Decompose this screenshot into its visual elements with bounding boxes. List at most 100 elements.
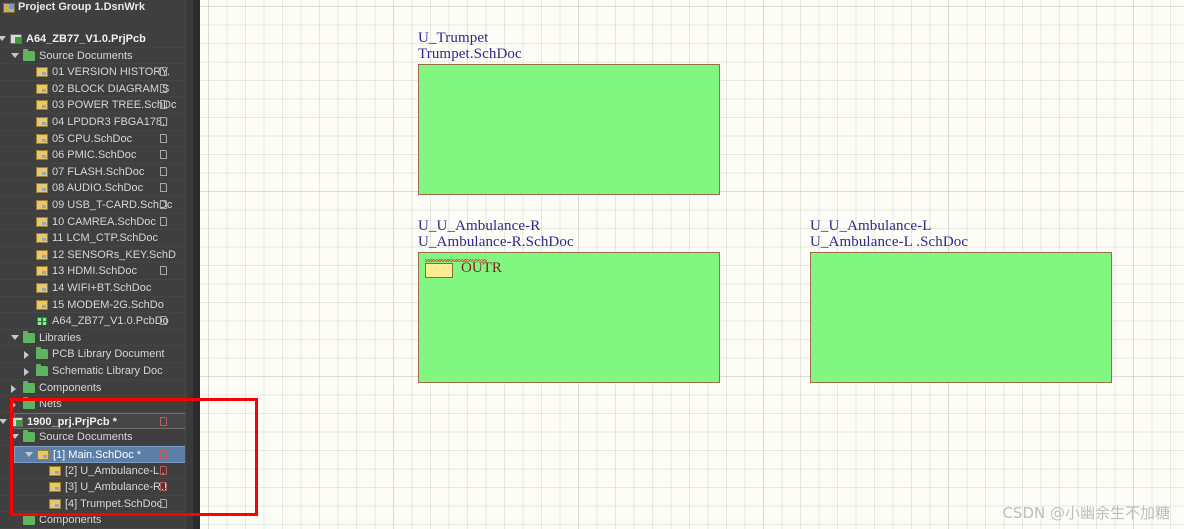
tree-item-label: A64_ZB77_V1.0.PrjPcb [26, 33, 146, 45]
tree-item[interactable]: 12 SENSORs_KEY.SchD [0, 247, 193, 264]
tree-item[interactable]: 05 CPU.SchDoc [0, 131, 193, 148]
sheet-symbol-body[interactable]: OUTR [418, 252, 720, 383]
tree-item[interactable]: 03 POWER TREE.SchDc [0, 97, 193, 114]
tree-item[interactable]: Nets [0, 396, 193, 413]
tree-item[interactable]: Source Documents [0, 429, 193, 446]
tree-item-label: 1900_prj.PrjPcb * [27, 415, 117, 428]
sheet-designator[interactable]: U_U_Ambulance-R [418, 218, 540, 235]
schematic-icon [36, 283, 48, 293]
folder-icon [23, 430, 35, 443]
document-icon [160, 133, 167, 143]
schematic-icon [36, 233, 48, 244]
tree-item-label: Components [39, 381, 102, 394]
tree-item[interactable]: A64_ZB77_V1.0.PrjPcb [0, 31, 193, 48]
tree-item[interactable]: Source Documents [0, 48, 193, 65]
folder-icon [23, 397, 35, 410]
document-icon [160, 416, 167, 426]
project-icon [10, 34, 22, 44]
chevron-down-icon[interactable] [11, 334, 19, 340]
chevron-right-icon[interactable] [11, 384, 16, 393]
schematic-icon [36, 249, 48, 260]
tree-item-label: 13 HDMI.SchDoc [52, 265, 137, 278]
tree-item[interactable]: 09 USB_T-CARD.SchDc [0, 197, 193, 214]
document-icon [160, 67, 167, 77]
tree-item[interactable]: 02 BLOCK DIAGRAM.S [0, 81, 193, 98]
folder-icon [23, 513, 35, 526]
tree-item[interactable]: Schematic Library Doc [0, 363, 193, 380]
tree-item-label: 06 PMIC.SchDoc [52, 149, 137, 162]
schematic-icon [36, 133, 48, 144]
tree-item[interactable]: 07 FLASH.SchDoc [0, 164, 193, 181]
tree-item-label: A64_ZB77_V1.0.PcbDo [52, 315, 169, 328]
tree-item[interactable]: [1] Main.SchDoc * [14, 446, 187, 463]
folder-icon [23, 380, 35, 393]
tree-item[interactable]: 13 HDMI.SchDoc [0, 263, 193, 280]
tree-item[interactable]: [2] U_Ambulance-L . [0, 463, 193, 480]
sheet-symbol-body[interactable] [418, 64, 720, 195]
schematic-icon [36, 216, 48, 227]
chevron-right-icon[interactable] [24, 368, 29, 376]
tree-item-label: 01 VERSION HISTORY. [52, 66, 170, 79]
panel-scrollbar[interactable] [185, 0, 193, 529]
tree-item[interactable]: 01 VERSION HISTORY. [0, 64, 193, 81]
document-icon [160, 100, 167, 110]
tree-item-label: 11 LCM_CTP.SchDoc [52, 232, 158, 245]
tree-item[interactable]: 15 MODEM-2G.SchDo [0, 297, 193, 314]
tree-item[interactable]: 11 LCM_CTP.SchDoc [0, 230, 193, 247]
folder-icon [36, 347, 48, 360]
tree-item[interactable]: Components [0, 512, 193, 529]
sheet-filename[interactable]: U_Ambulance-L .SchDoc [810, 234, 968, 251]
watermark-text: CSDN @小幽余生不加糖 [1002, 504, 1170, 522]
sheet-symbol[interactable]: U_Trumpet Trumpet.SchDoc [418, 30, 720, 195]
sheet-designator[interactable]: U_U_Ambulance-L [810, 218, 931, 235]
sheet-symbol[interactable]: U_U_Ambulance-L U_Ambulance-L .SchDoc [810, 218, 1112, 383]
project-icon [11, 416, 23, 427]
tree-item[interactable]: A64_ZB77_V1.0.PcbDo [0, 313, 193, 330]
chevron-right-icon[interactable] [11, 401, 16, 410]
document-icon [160, 200, 167, 209]
tree-item[interactable]: [3] U_Ambulance-R.! [0, 479, 193, 496]
chevron-down-icon[interactable] [11, 52, 19, 58]
sheet-filename[interactable]: U_Ambulance-R.SchDoc [418, 234, 574, 251]
document-icon [160, 216, 167, 226]
document-icon [160, 450, 167, 459]
tree-item-label: Schematic Library Doc [52, 365, 163, 377]
chevron-down-icon[interactable] [0, 36, 6, 41]
tree-item[interactable]: 10 CAMREA.SchDoc [0, 214, 193, 231]
chevron-down-icon[interactable] [11, 434, 19, 440]
schematic-icon [36, 183, 48, 194]
chevron-down-icon[interactable] [0, 418, 7, 424]
chevron-right-icon[interactable] [24, 351, 29, 360]
sheet-symbol[interactable]: U_U_Ambulance-R U_Ambulance-R.SchDoc OUTR [418, 218, 720, 383]
sheet-symbol-body[interactable] [810, 252, 1112, 383]
tree-item[interactable]: PCB Library Document [0, 346, 193, 363]
tree-item[interactable]: 06 PMIC.SchDoc [0, 147, 193, 164]
tree-item[interactable]: Libraries [0, 330, 193, 347]
tree-item[interactable]: [4] Trumpet.SchDoc [0, 496, 193, 513]
chevron-down-icon[interactable] [25, 452, 33, 457]
sheet-entry-port[interactable] [425, 263, 453, 278]
schematic-icon [36, 166, 48, 177]
tree-item[interactable]: 14 WIFI+BT.SchDoc [0, 280, 193, 297]
document-icon [160, 83, 167, 93]
tree-item-label: [4] Trumpet.SchDoc [65, 497, 163, 510]
workspace-icon [3, 3, 15, 13]
document-icon [160, 183, 167, 193]
sheet-filename[interactable]: Trumpet.SchDoc [418, 46, 522, 63]
sheet-entry-label[interactable]: OUTR [461, 260, 502, 277]
tree-item-label: Libraries [39, 331, 82, 344]
schematic-icon [36, 83, 48, 94]
tree-item-label: PCB Library Document [52, 348, 165, 361]
tree-item[interactable]: 04 LPDDR3 FBGA178.! [0, 114, 193, 131]
tree-item[interactable]: Components [0, 380, 193, 397]
tree-item-label: Components [39, 514, 102, 527]
tree-item-label: [1] Main.SchDoc * [53, 449, 142, 461]
tree-item-label: [3] U_Ambulance-R.! [65, 481, 168, 494]
tree-item[interactable]: 08 AUDIO.SchDoc [0, 180, 193, 197]
sheet-designator[interactable]: U_Trumpet [418, 30, 488, 47]
tree-item[interactable]: 1900_prj.PrjPcb * [0, 412, 187, 430]
tree-item-label: 05 CPU.SchDoc [52, 132, 133, 145]
schematic-icon [37, 450, 49, 460]
panel-splitter[interactable] [193, 0, 200, 529]
schematic-canvas[interactable]: U_Trumpet Trumpet.SchDoc U_U_Ambulance-R U_… [200, 0, 1184, 529]
